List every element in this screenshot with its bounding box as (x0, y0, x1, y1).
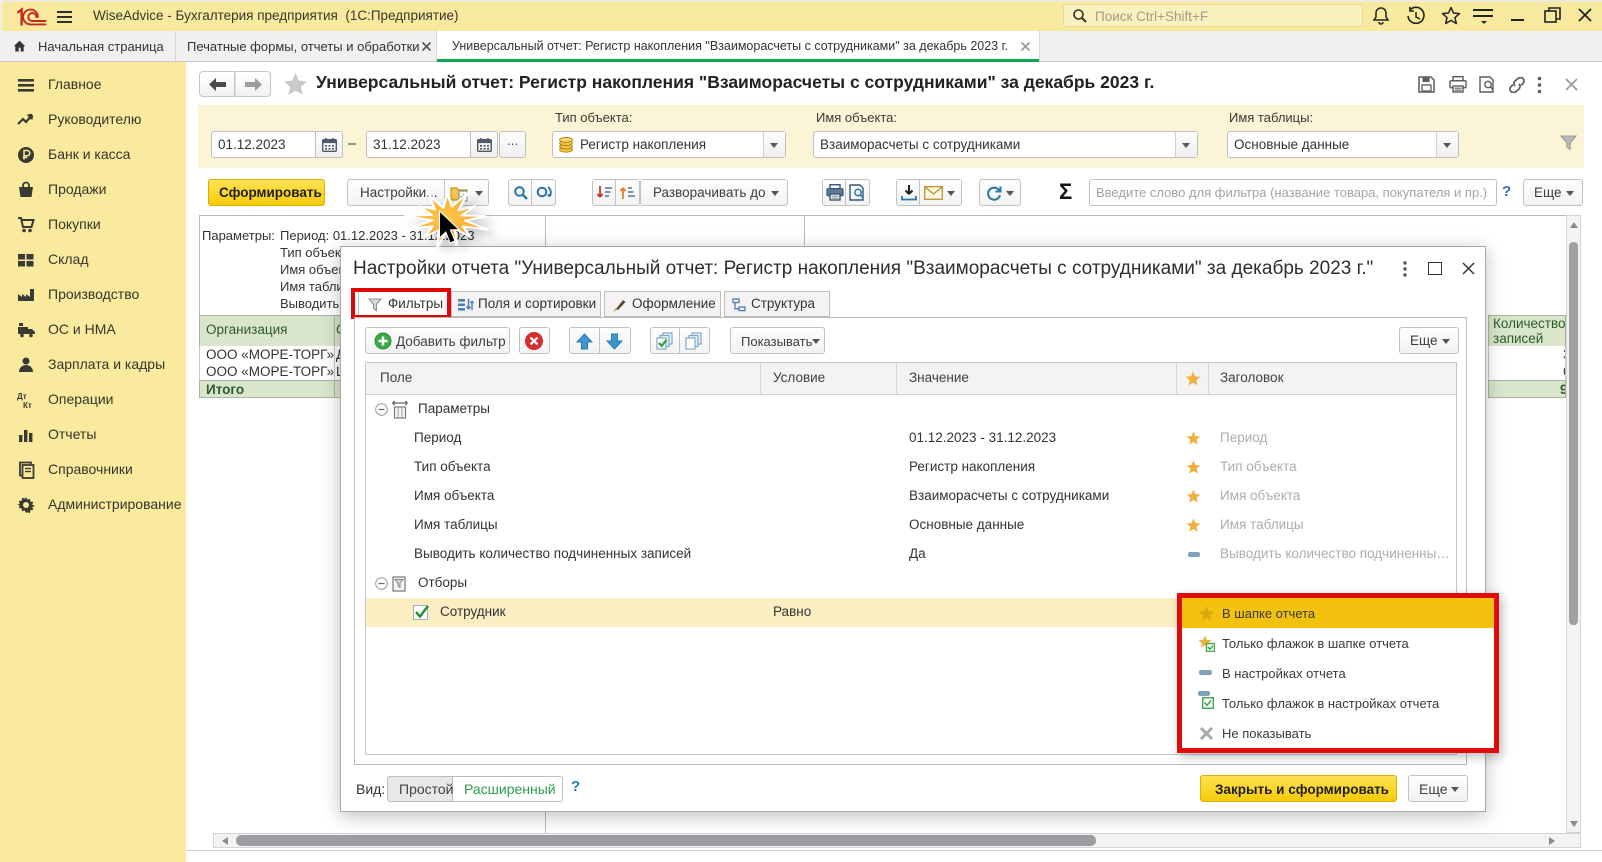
svg-text:Дт: Дт (17, 392, 27, 401)
svg-text:Кт: Кт (23, 401, 32, 409)
